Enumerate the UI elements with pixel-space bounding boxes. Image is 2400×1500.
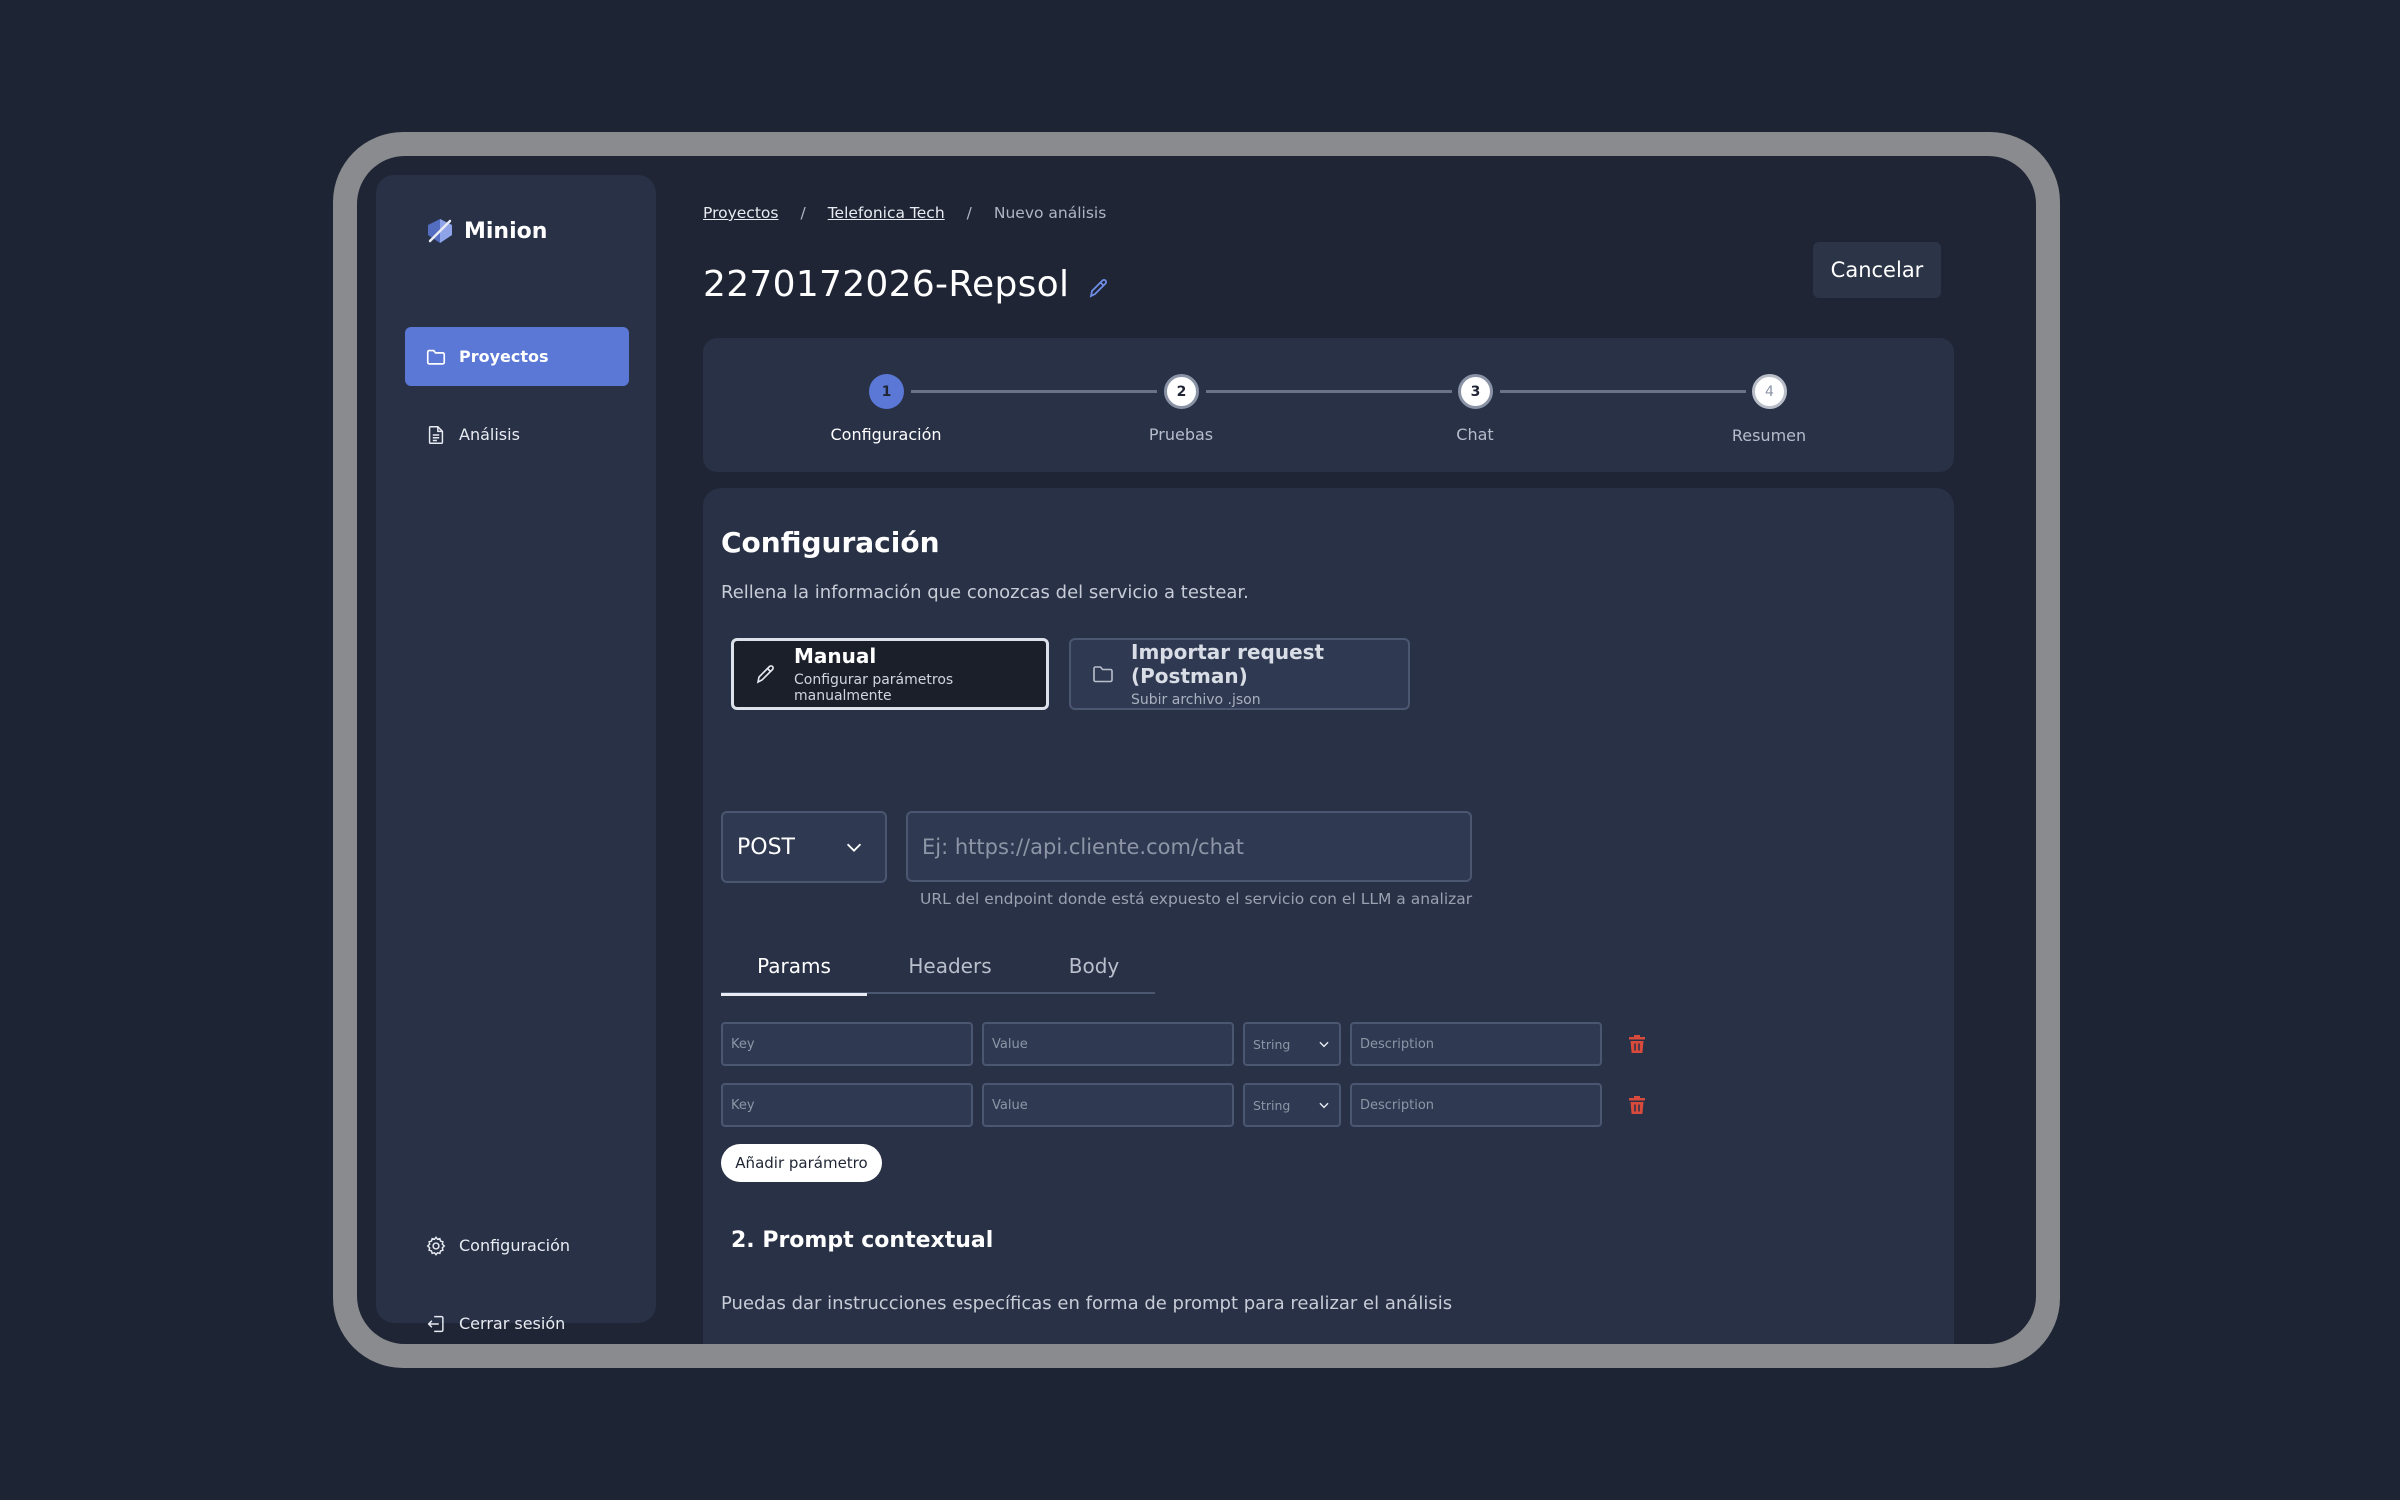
mode-manual-description: Configurar parámetros manualmente [794,672,954,704]
http-method-value: POST [737,834,795,860]
breadcrumb-link-proyectos[interactable]: Proyectos [703,204,778,222]
mode-manual-text: Manual Configurar parámetros manualmente [794,644,1046,704]
mode-import-description: Subir archivo .json [1131,692,1261,708]
request-tabs: Params Headers Body [721,938,1155,996]
http-method-select[interactable]: POST [721,811,887,883]
sidebar-item-proyectos[interactable]: Proyectos [405,327,629,386]
param-key-input[interactable] [721,1083,973,1127]
mode-manual-title: Manual [794,644,877,668]
document-icon [428,425,444,444]
device-frame: Minion Proyectos Análisis Configuración … [333,132,2060,1368]
prompt-section-description: Puedas dar instrucciones específicas en … [721,1293,1453,1314]
stepper-connector [1500,390,1746,393]
delete-param-trash-icon[interactable] [1625,1032,1649,1056]
configuration-title: Configuración [721,526,940,559]
mode-import-text: Importar request (Postman) Subir archivo… [1131,640,1408,708]
step-1-indicator[interactable]: 1 [869,374,904,409]
tab-params[interactable]: Params [721,938,867,996]
page-title: 2270172026-Repsol [703,264,1070,305]
progress-stepper: 1 2 3 4 Configuración Pruebas Chat Resum… [703,338,1954,472]
tab-headers[interactable]: Headers [867,938,1033,994]
endpoint-url-input[interactable] [906,811,1472,882]
configuration-subtitle: Rellena la información que conozcas del … [721,582,1249,603]
mode-import-title: Importar request (Postman) [1131,640,1325,688]
configuration-card: Configuración Rellena la información que… [703,488,1954,1344]
sidebar-item-cerrar-sesion[interactable]: Cerrar sesión [405,1294,629,1344]
param-type-select[interactable]: String [1243,1022,1341,1066]
mode-import-postman-button[interactable]: Importar request (Postman) Subir archivo… [1069,638,1410,710]
sidebar: Minion Proyectos Análisis Configuración … [376,175,656,1333]
minion-logo-icon [428,219,452,243]
step-4-label: Resumen [1731,426,1807,445]
breadcrumb-separator: / [800,204,806,222]
app-screen: Minion Proyectos Análisis Configuración … [357,156,2036,1344]
param-description-input[interactable] [1350,1022,1602,1066]
app-name: Minion [464,218,548,244]
stepper-connector [911,390,1157,393]
step-2-label: Pruebas [1148,425,1214,444]
prompt-section-title: 2. Prompt contextual [731,1228,994,1253]
cancel-button[interactable]: Cancelar [1813,242,1941,298]
main-content: Proyectos / Telefonica Tech / Nuevo anál… [703,156,2003,1344]
edit-title-pencil-icon[interactable] [1087,276,1111,300]
gear-icon [426,1235,446,1256]
folder-icon [426,349,446,365]
step-1-label: Configuración [830,425,942,444]
param-row: String [721,1083,1649,1127]
sidebar-item-label: Análisis [459,425,520,444]
app-logo[interactable]: Minion [424,215,547,247]
breadcrumb-separator: / [966,204,972,222]
delete-param-trash-icon[interactable] [1625,1093,1649,1117]
chevron-down-icon [1319,1102,1329,1109]
mode-manual-button[interactable]: Manual Configurar parámetros manualmente [731,638,1049,710]
sidebar-item-analisis[interactable]: Análisis [405,405,629,464]
stepper-connector [1206,390,1452,393]
chevron-down-icon [846,843,862,852]
endpoint-url-hint: URL del endpoint donde está expuesto el … [920,890,1473,908]
folder-icon [1093,666,1113,683]
step-2-indicator[interactable]: 2 [1164,374,1199,409]
step-3-label: Chat [1456,425,1494,444]
breadcrumb-current: Nuevo análisis [993,204,1107,222]
sidebar-item-label: Proyectos [459,347,549,366]
chevron-down-icon [1319,1041,1329,1048]
pencil-icon [756,665,774,684]
breadcrumb: Proyectos / Telefonica Tech / Nuevo anál… [703,204,1106,222]
page-title-row: 2270172026-Repsol [703,264,1111,305]
sidebar-item-configuracion[interactable]: Configuración [405,1216,629,1275]
sidebar-item-label: Configuración [459,1236,571,1255]
param-key-input[interactable] [721,1022,973,1066]
add-parameter-button[interactable]: Añadir parámetro [721,1144,882,1182]
tab-body[interactable]: Body [1033,938,1155,994]
breadcrumb-link-telefonica-tech[interactable]: Telefonica Tech [828,204,945,222]
param-value-input[interactable] [982,1022,1234,1066]
sidebar-item-label: Cerrar sesión [459,1314,566,1333]
param-type-value: String [1253,1097,1291,1113]
logout-icon [427,1315,444,1332]
param-type-value: String [1253,1036,1291,1052]
step-4-indicator[interactable]: 4 [1752,374,1787,409]
param-value-input[interactable] [982,1083,1234,1127]
param-description-input[interactable] [1350,1083,1602,1127]
step-3-indicator[interactable]: 3 [1458,374,1493,409]
param-type-select[interactable]: String [1243,1083,1341,1127]
param-row: String [721,1022,1649,1066]
